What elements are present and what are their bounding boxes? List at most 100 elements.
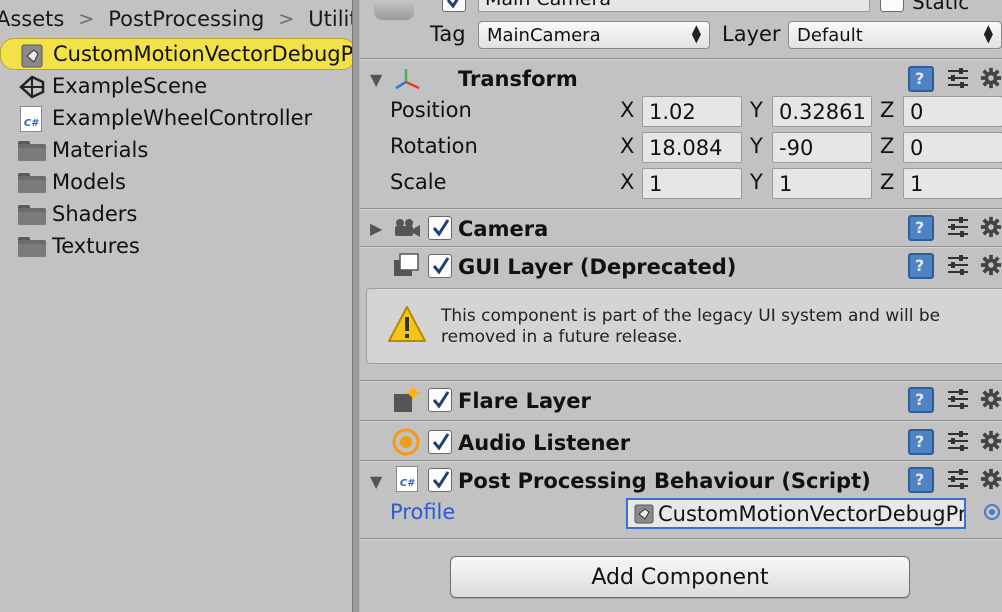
- tag-dropdown[interactable]: MainCamera ▲ ▼: [478, 21, 710, 49]
- profile-value: CustomMotionVectorDebugProfile: [658, 501, 966, 526]
- gear-icon[interactable]: [980, 388, 1002, 410]
- divider: [360, 209, 1002, 210]
- rotation-z-label[interactable]: Z: [880, 134, 894, 158]
- breadcrumb-postprocessing[interactable]: PostProcessing: [106, 7, 266, 31]
- object-picker-icon[interactable]: [984, 504, 1000, 520]
- scale-y-label[interactable]: Y: [750, 170, 763, 194]
- presets-icon[interactable]: [946, 66, 970, 90]
- help-icon[interactable]: [908, 253, 934, 279]
- breadcrumb-utilities[interactable]: Utilit: [306, 7, 352, 31]
- transform-icon: [394, 66, 422, 92]
- post-processing-title: Post Processing Behaviour (Script): [458, 469, 871, 493]
- unity-scene-icon: [18, 75, 45, 99]
- audio-listener-icon: [392, 428, 420, 456]
- scale-x-field[interactable]: 1: [642, 168, 742, 199]
- project-panel: Assets > PostProcessing > Utilit CustomM…: [0, 0, 352, 612]
- inspector-panel: Main Camera Static Tag MainCamera ▲▼ Lay…: [360, 0, 1002, 612]
- audio-listener-enabled-checkbox[interactable]: [428, 430, 452, 454]
- position-y-field[interactable]: 0.32861: [772, 96, 872, 127]
- scale-z-field[interactable]: 1: [903, 168, 1002, 199]
- position-z-field[interactable]: 0: [903, 96, 1002, 127]
- folder-icon: [18, 173, 46, 193]
- help-icon[interactable]: [908, 387, 934, 413]
- gui-layer-title: GUI Layer (Deprecated): [458, 255, 737, 279]
- gear-icon[interactable]: [980, 216, 1002, 238]
- scale-z-label[interactable]: Z: [880, 170, 894, 194]
- presets-icon[interactable]: [946, 467, 970, 491]
- panel-splitter[interactable]: [352, 0, 360, 612]
- gui-layer-icon: [394, 253, 419, 276]
- position-x-label[interactable]: X: [620, 98, 634, 122]
- asset-item-models[interactable]: Models: [0, 166, 352, 198]
- scale-x-label[interactable]: X: [620, 170, 634, 194]
- foldout-expanded-icon[interactable]: ▼: [370, 70, 382, 89]
- asset-label: ExampleWheelController: [52, 106, 313, 130]
- audio-listener-title: Audio Listener: [458, 431, 631, 455]
- presets-icon[interactable]: [946, 429, 970, 453]
- folder-icon: [18, 237, 46, 257]
- help-icon[interactable]: [908, 429, 934, 455]
- rotation-y-label[interactable]: Y: [750, 134, 763, 158]
- gui-layer-enabled-checkbox[interactable]: [428, 254, 452, 278]
- position-y-label[interactable]: Y: [750, 98, 763, 122]
- post-processing-enabled-checkbox[interactable]: [428, 468, 452, 492]
- presets-icon[interactable]: [946, 253, 970, 277]
- gameobject-active-checkbox[interactable]: [442, 0, 466, 12]
- add-component-button[interactable]: Add Component: [450, 556, 910, 598]
- unity-asset-icon: [634, 504, 654, 523]
- gameobject-icon: [374, 0, 414, 20]
- camera-icon: [395, 219, 420, 237]
- flare-layer-enabled-checkbox[interactable]: [428, 388, 452, 412]
- asset-item-shaders[interactable]: Shaders: [0, 198, 352, 230]
- rotation-y-field[interactable]: -90: [772, 132, 872, 163]
- rotation-x-label[interactable]: X: [620, 134, 634, 158]
- foldout-collapsed-icon[interactable]: ▶: [370, 219, 382, 238]
- asset-label: Models: [52, 170, 126, 194]
- dropdown-arrows-icon: ▲ ▼: [983, 22, 993, 45]
- camera-title: Camera: [458, 217, 549, 241]
- help-icon[interactable]: [908, 467, 934, 493]
- rotation-z-field[interactable]: 0: [903, 132, 1002, 163]
- asset-label: Materials: [52, 138, 149, 162]
- tag-value: MainCamera: [487, 24, 601, 46]
- divider: [360, 461, 1002, 462]
- foldout-expanded-icon[interactable]: ▼: [370, 472, 382, 491]
- gear-icon[interactable]: [980, 254, 1002, 276]
- flare-layer-icon: [394, 386, 420, 412]
- gear-icon[interactable]: [980, 430, 1002, 452]
- folder-icon: [18, 141, 46, 161]
- presets-icon[interactable]: [946, 387, 970, 411]
- presets-icon[interactable]: [946, 215, 970, 239]
- asset-label: Textures: [52, 234, 140, 258]
- asset-label: CustomMotionVectorDebugProfile: [53, 42, 352, 66]
- flare-layer-title: Flare Layer: [458, 389, 591, 413]
- asset-item-examplewheelcontroller[interactable]: C# ExampleWheelController: [0, 102, 352, 134]
- transform-title: Transform: [458, 67, 578, 91]
- position-z-label[interactable]: Z: [880, 98, 894, 122]
- warning-message: This component is part of the legacy UI …: [441, 306, 941, 347]
- gear-icon[interactable]: [980, 67, 1002, 89]
- help-icon[interactable]: [908, 66, 934, 92]
- help-icon[interactable]: [908, 215, 934, 241]
- rotation-x-field[interactable]: 18.084: [642, 132, 742, 163]
- scale-y-field[interactable]: 1: [772, 168, 872, 199]
- breadcrumb-assets[interactable]: Assets: [0, 7, 66, 31]
- static-label: Static: [912, 0, 970, 14]
- position-x-field[interactable]: 1.02: [642, 96, 742, 127]
- profile-object-field[interactable]: CustomMotionVectorDebugProfile: [626, 498, 966, 529]
- divider: [360, 59, 1002, 60]
- folder-icon: [18, 205, 46, 225]
- layer-dropdown[interactable]: Default ▲ ▼: [788, 21, 1002, 49]
- asset-item-custommotionvectordebugprofile[interactable]: CustomMotionVectorDebugProfile: [0, 38, 352, 70]
- divider: [360, 539, 1002, 540]
- asset-item-examplescene[interactable]: ExampleScene: [0, 70, 352, 102]
- camera-enabled-checkbox[interactable]: [428, 216, 452, 240]
- divider: [360, 421, 1002, 422]
- rotation-label: Rotation: [390, 134, 478, 158]
- static-checkbox[interactable]: [880, 0, 904, 12]
- asset-item-materials[interactable]: Materials: [0, 134, 352, 166]
- asset-item-textures[interactable]: Textures: [0, 230, 352, 262]
- gameobject-name-field[interactable]: Main Camera: [478, 0, 870, 12]
- gear-icon[interactable]: [980, 468, 1002, 490]
- position-label: Position: [390, 98, 472, 122]
